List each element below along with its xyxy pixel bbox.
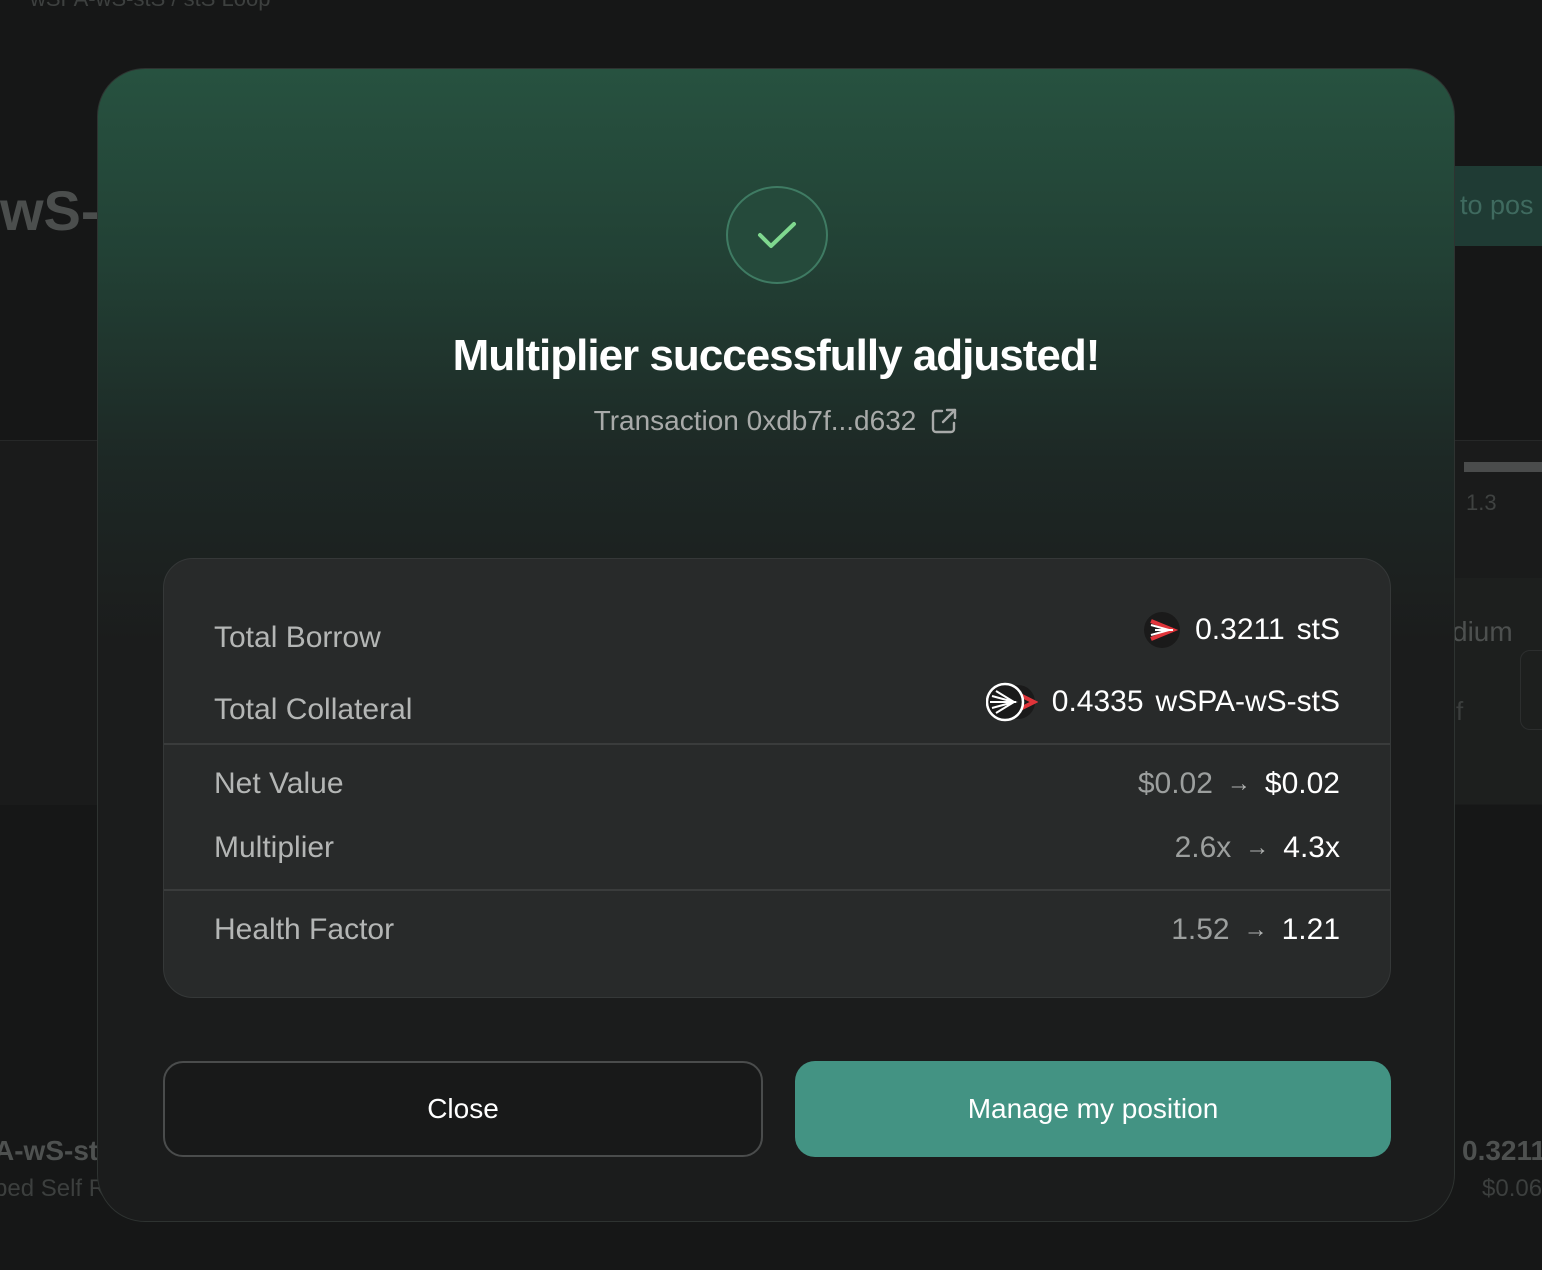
background-manage-button-label: to pos (1460, 190, 1534, 220)
background-slider-tick: 1.3 (1466, 490, 1497, 515)
wspa-ws-sts-token-icon (985, 682, 1038, 722)
total-collateral-row: Total Collateral 0.4335 wSPA-wS-stS (214, 677, 1340, 727)
health-factor-after: 1.21 (1281, 913, 1340, 946)
health-factor-change: 1.52 → 1.21 (1171, 913, 1340, 947)
health-factor-label: Health Factor (214, 913, 395, 946)
net-value-change: $0.02 → $0.02 (1138, 767, 1340, 801)
background-slider-track (1464, 462, 1542, 472)
background-risk-label: dium (1452, 616, 1513, 647)
multiplier-label: Multiplier (214, 831, 335, 864)
multiplier-before: 2.6x (1174, 831, 1232, 864)
net-value-label: Net Value (214, 767, 344, 800)
background-page-title: wS- (0, 179, 100, 242)
transaction-row: Transaction 0xdb7f...d632 (98, 405, 1454, 437)
total-borrow-amount: 0.3211 (1195, 613, 1285, 646)
background-position-value: 0.3211 (1462, 1135, 1542, 1166)
multiplier-after: 4.3x (1283, 831, 1340, 864)
total-collateral-value: 0.4335 wSPA-wS-stS (985, 682, 1340, 722)
sts-token-icon (1143, 611, 1181, 649)
summary-section-amounts: Total Borrow 0.3211 stS Total Collateral… (164, 559, 1390, 745)
modal-title: Multiplier successfully adjusted! (452, 331, 1101, 380)
check-icon (757, 220, 797, 250)
background-pill (1520, 650, 1542, 730)
external-link-icon[interactable] (930, 407, 958, 435)
net-value-after: $0.02 (1264, 767, 1340, 800)
arrow-right-icon: → (1245, 834, 1270, 861)
total-borrow-token: stS (1296, 613, 1340, 646)
summary-section-metrics: Net Value $0.02 → $0.02 Multiplier 2.6x … (164, 745, 1390, 891)
position-summary: Total Borrow 0.3211 stS Total Collateral… (163, 558, 1391, 998)
close-button[interactable]: Close (163, 1061, 763, 1157)
background-position-name: A-wS-st (0, 1135, 99, 1166)
net-value-before: $0.02 (1137, 767, 1213, 800)
total-borrow-label: Total Borrow (214, 621, 381, 654)
multiplier-change: 2.6x → 4.3x (1175, 831, 1340, 865)
success-badge (726, 186, 828, 284)
background-label-f: f (1456, 696, 1464, 726)
background-position-usd: $0.06 (1482, 1175, 1542, 1202)
health-factor-before: 1.52 (1171, 913, 1230, 946)
success-modal: Multiplier successfully adjusted! Transa… (97, 68, 1455, 1222)
summary-section-health: Health Factor 1.52 → 1.21 (164, 891, 1390, 997)
total-collateral-amount: 0.4335 (1051, 685, 1144, 718)
transaction-hash: Transaction 0xdb7f...d632 (593, 405, 917, 436)
arrow-right-icon: → (1243, 916, 1268, 943)
multiplier-row: Multiplier 2.6x → 4.3x (214, 831, 1340, 865)
arrow-right-icon: → (1226, 770, 1251, 797)
background-position-subtitle: ped Self R (0, 1175, 107, 1202)
net-value-row: Net Value $0.02 → $0.02 (214, 767, 1340, 801)
total-borrow-value: 0.3211 stS (1143, 611, 1340, 649)
total-collateral-token: wSPA-wS-stS (1155, 685, 1340, 718)
background-breadcrumb: wSPA-wS-stS / stS Loop (30, 0, 270, 12)
total-collateral-label: Total Collateral (214, 693, 413, 726)
manage-position-button[interactable]: Manage my position (795, 1061, 1391, 1157)
health-factor-row: Health Factor 1.52 → 1.21 (214, 913, 1340, 947)
total-borrow-row: Total Borrow 0.3211 stS (214, 605, 1340, 655)
